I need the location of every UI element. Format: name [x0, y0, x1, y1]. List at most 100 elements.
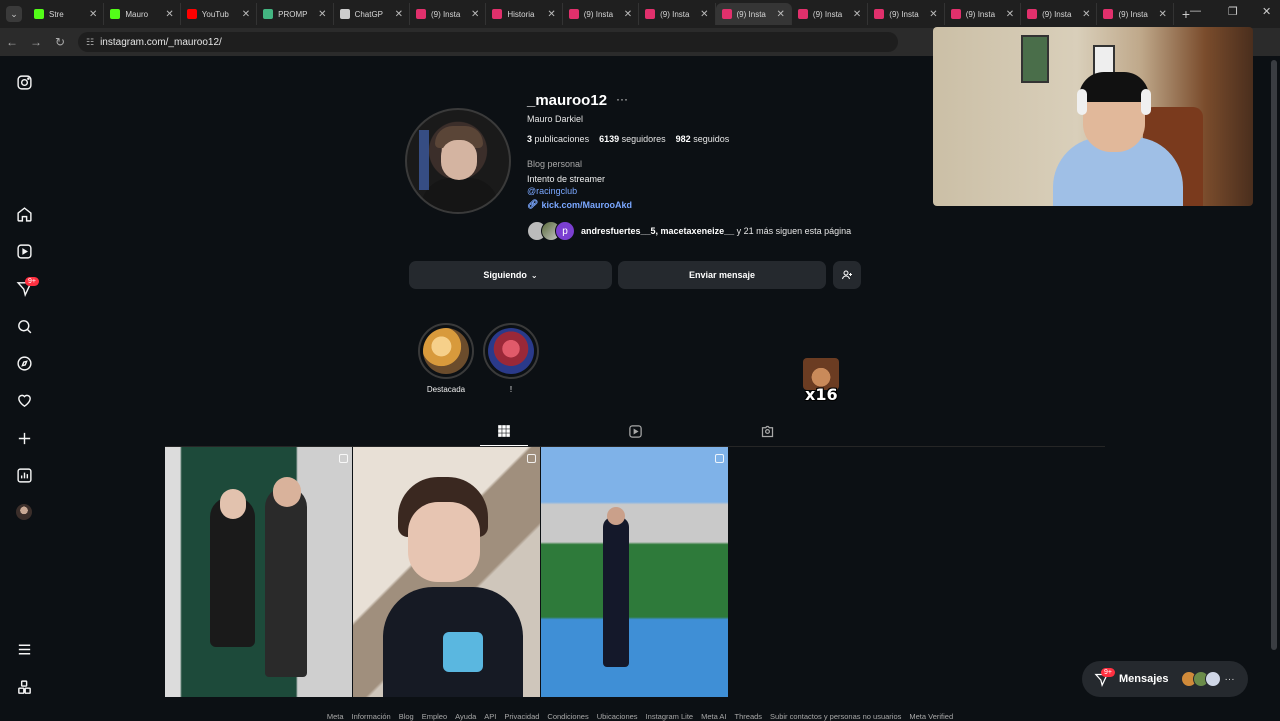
tab-label: (9) Insta	[736, 9, 766, 19]
site-info-icon[interactable]: ☷	[86, 37, 94, 48]
page-scrollbar[interactable]	[1271, 60, 1277, 650]
tab-favicon-icon	[415, 9, 426, 19]
reels-icon[interactable]	[14, 241, 34, 261]
posts-stat: 3 publicaciones	[527, 134, 590, 144]
messages-badge: 9+	[1101, 668, 1115, 677]
multi-post-icon	[339, 454, 348, 463]
tab-close-icon[interactable]: ✕	[242, 9, 250, 20]
tab-strip: Stre ✕ Mauro ✕ YouTub ✕ PROMP ✕ ChatGP ✕ (9) Insta…	[28, 3, 1174, 25]
post-thumbnail[interactable]	[353, 447, 540, 697]
reload-icon[interactable]: ↻	[48, 35, 72, 49]
tagged-tab[interactable]	[758, 422, 776, 440]
followed-by-text: andresfuertes__5, macetaxeneize__ y 21 m…	[581, 226, 852, 236]
instagram-sidebar	[0, 56, 48, 720]
browser-tab[interactable]: PROMP ✕	[257, 3, 334, 25]
more-dots-icon: ···	[1224, 673, 1235, 685]
tab-close-icon[interactable]: ✕	[929, 9, 937, 20]
browser-tab[interactable]: (9) Insta ✕	[868, 3, 945, 25]
tab-label: YouTub	[201, 9, 229, 19]
tab-label: (9) Insta	[1118, 9, 1148, 19]
following-button[interactable]: Siguiendo ⌄	[409, 261, 612, 289]
messages-avatars	[1180, 671, 1221, 687]
tab-close-icon[interactable]: ✕	[547, 9, 555, 20]
post-thumbnail[interactable]	[541, 447, 728, 697]
tab-label: (9) Insta	[965, 9, 996, 19]
explore-icon[interactable]	[14, 353, 34, 373]
browser-tab[interactable]: (9) Insta ✕	[639, 3, 716, 25]
tab-close-icon[interactable]: ✕	[318, 9, 326, 20]
browser-tab[interactable]: (9) Insta ✕	[945, 3, 1022, 25]
back-icon[interactable]: ←	[0, 35, 24, 49]
following-stat[interactable]: 982 seguidos	[676, 134, 730, 144]
browser-tab[interactable]: Historia ✕	[486, 3, 563, 25]
more-icon[interactable]	[14, 639, 34, 659]
bio-mention-link[interactable]: @racingclub	[527, 186, 577, 196]
tab-favicon-icon	[263, 9, 274, 19]
create-icon[interactable]	[14, 428, 34, 448]
highlight-2[interactable]	[483, 323, 539, 379]
tab-close-icon[interactable]: ✕	[853, 9, 861, 20]
home-icon[interactable]	[14, 204, 34, 224]
profile-stats: 3 publicaciones 6139 seguidores 982 segu…	[527, 134, 729, 144]
reels-tab[interactable]	[626, 422, 644, 440]
url-input[interactable]: ☷ instagram.com/_mauroo12/	[78, 32, 898, 52]
close-window-icon[interactable]: ✕	[1262, 5, 1271, 18]
search-icon[interactable]	[14, 316, 34, 336]
posts-grid-tab[interactable]	[480, 422, 528, 446]
tab-label: Mauro	[125, 9, 149, 19]
tab-close-icon[interactable]: ✕	[700, 9, 708, 20]
notifications-icon[interactable]	[14, 390, 34, 410]
browser-tab[interactable]: Mauro ✕	[104, 3, 181, 25]
minimize-icon[interactable]: —	[1190, 5, 1201, 17]
tab-close-icon[interactable]: ✕	[1158, 9, 1166, 20]
post-thumbnail[interactable]	[165, 447, 352, 697]
browser-tab[interactable]: YouTub ✕	[181, 3, 258, 25]
tab-close-icon[interactable]: ✕	[471, 9, 479, 20]
tab-favicon-icon	[186, 9, 197, 19]
messages-button[interactable]: Mensajes ···	[1082, 661, 1248, 697]
tab-label: (9) Insta	[889, 9, 919, 19]
tab-favicon-icon	[874, 9, 885, 19]
forward-icon[interactable]: →	[24, 35, 48, 49]
tab-close-icon[interactable]: ✕	[89, 9, 97, 20]
browser-tab[interactable]: (9) Insta ✕	[792, 3, 869, 25]
browser-tab[interactable]: (9) Insta ✕	[1021, 3, 1098, 25]
tab-close-icon[interactable]: ✕	[165, 9, 173, 20]
tab-close-icon[interactable]: ✕	[1082, 9, 1090, 20]
browser-tab[interactable]: (9) Insta ✕	[715, 3, 792, 25]
tab-label: (9) Insta	[1042, 9, 1072, 19]
tab-favicon-icon	[645, 9, 656, 19]
browser-tab[interactable]: (9) Insta ✕	[1097, 3, 1174, 25]
suggest-users-icon[interactable]	[833, 261, 861, 289]
tab-close-icon[interactable]: ✕	[395, 9, 403, 20]
new-tab-icon[interactable]: +	[1182, 6, 1190, 22]
highlight-2-label: !	[509, 385, 513, 394]
instagram-icon[interactable]	[14, 72, 34, 92]
browser-tab[interactable]: (9) Insta ✕	[563, 3, 640, 25]
browser-tab[interactable]: Stre ✕	[28, 3, 105, 25]
profile-icon[interactable]	[14, 502, 34, 522]
options-icon[interactable]: ···	[616, 92, 628, 106]
browser-tab[interactable]: (9) Insta ✕	[410, 3, 487, 25]
followed-by-row[interactable]: p andresfuertes__5, macetaxeneize__ y 21…	[527, 221, 851, 241]
maximize-icon[interactable]: ❐	[1228, 5, 1238, 18]
followers-stat[interactable]: 6139 seguidores	[599, 134, 666, 144]
tab-close-icon[interactable]: ✕	[777, 9, 785, 20]
browser-tab-bar: ⌄ Stre ✕ Mauro ✕ YouTub ✕ PROMP ✕ ChatGP ✕ (9) Ins…	[0, 0, 1280, 28]
tab-label: Stre	[49, 9, 64, 19]
profile-avatar[interactable]	[405, 108, 511, 214]
meta-apps-icon[interactable]	[14, 677, 34, 697]
highlight-1-label: Destacada	[426, 385, 466, 394]
bio-external-link[interactable]: 🔗︎ kick.com/MaurooAkd	[527, 199, 632, 210]
chevron-down-icon: ⌄	[530, 270, 538, 280]
send-message-button[interactable]: Enviar mensaje	[618, 261, 826, 289]
dashboard-icon[interactable]	[14, 465, 34, 485]
tab-label: ChatGP	[354, 9, 384, 19]
browser-tab[interactable]: ChatGP ✕	[334, 3, 410, 25]
tab-close-icon[interactable]: ✕	[1006, 9, 1014, 20]
highlight-1[interactable]	[418, 323, 474, 379]
tab-close-icon[interactable]: ✕	[624, 9, 632, 20]
profile-username: _mauroo12	[527, 92, 608, 109]
tab-search-icon[interactable]: ⌄	[6, 6, 22, 22]
profile-bio: Intento de streamer	[527, 174, 606, 184]
